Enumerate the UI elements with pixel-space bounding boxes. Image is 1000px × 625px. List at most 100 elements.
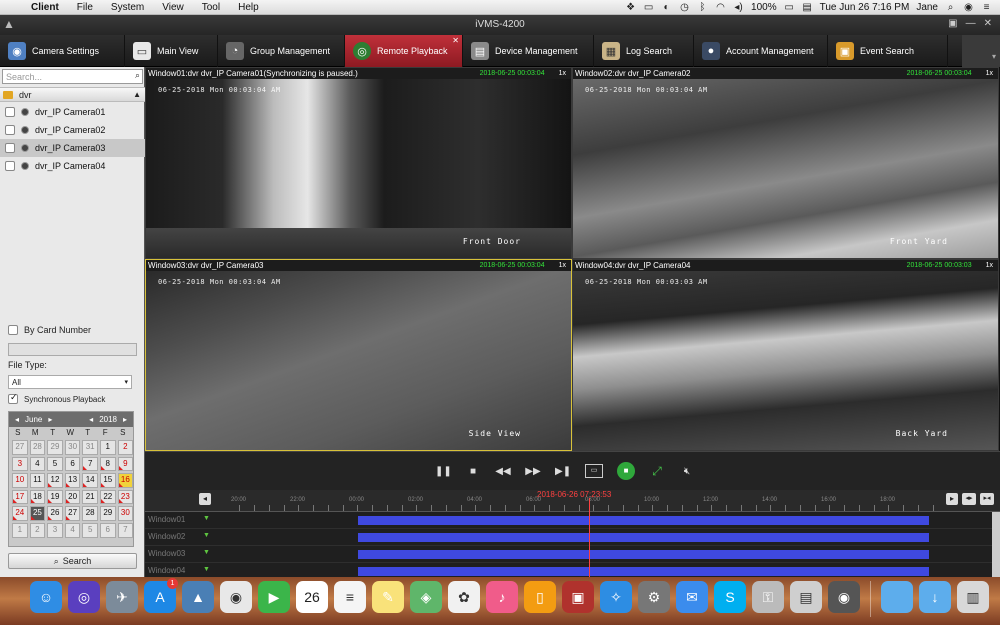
calendar-day[interactable]: 29 — [47, 440, 63, 455]
siri-icon[interactable]: ◎ — [68, 581, 100, 613]
sync-icon[interactable]: ◐ — [661, 2, 672, 13]
tab-event-search[interactable]: ▣ Event Search — [828, 35, 948, 67]
zoom-out-icon[interactable]: ▸◂ — [980, 493, 994, 505]
calendar-day[interactable]: 15 — [99, 473, 116, 488]
video-window-2[interactable]: Window02:dvr dvr_IP Camera02 2018-06-25 … — [572, 67, 999, 259]
calendar-day[interactable]: 4 — [64, 522, 81, 538]
itunes-icon[interactable]: ♪ — [486, 581, 518, 613]
camera-checkbox[interactable] — [5, 107, 15, 117]
video-window-4[interactable]: Window04:dvr dvr_IP Camera04 2018-06-25 … — [572, 259, 999, 451]
maps-icon[interactable]: ◈ — [410, 581, 442, 613]
calendar-day[interactable]: 16 — [117, 473, 134, 488]
file-type-select[interactable]: All ▾ — [8, 375, 132, 389]
timeline-forward-icon[interactable]: ▸ — [946, 493, 958, 505]
books-icon[interactable]: ▯ — [524, 581, 556, 613]
stop-all-icon[interactable]: ■ — [617, 462, 635, 480]
camera-checkbox[interactable] — [5, 125, 15, 135]
camera-checkbox[interactable] — [5, 161, 15, 171]
trash-icon[interactable]: ▥ — [957, 581, 989, 613]
device-group-header[interactable]: dvr ▲ — [0, 87, 145, 102]
calendar-day[interactable]: 7 — [117, 522, 134, 538]
calendar-day[interactable]: 31 — [82, 440, 98, 455]
datetime[interactable]: Tue Jun 26 7:16 PM — [820, 2, 910, 13]
calendar-day[interactable]: 4 — [29, 456, 46, 472]
calendar-day[interactable]: 29 — [99, 506, 116, 521]
mute-icon[interactable]: 🔇︎ — [679, 466, 695, 477]
calendar-day[interactable]: 30 — [64, 440, 81, 455]
by-card-checkbox[interactable] — [8, 325, 18, 335]
tab-group-management[interactable]: ◔ Group Management — [218, 35, 345, 67]
calendar-day[interactable]: 12 — [47, 473, 63, 488]
reminders-icon[interactable]: ≡ — [334, 581, 366, 613]
calendar-day[interactable]: 27 — [12, 440, 28, 455]
synchronous-playback-option[interactable]: Synchronous Playback — [8, 392, 105, 404]
calendar-day[interactable]: 8 — [99, 456, 116, 472]
camera-item[interactable]: dvr_IP Camera02 — [0, 121, 145, 139]
timeline-row[interactable]: Window03 ▼ — [145, 546, 1000, 563]
finder-icon[interactable]: ☺ — [30, 581, 62, 613]
calendar-day[interactable]: 20 — [64, 489, 81, 505]
photos-icon[interactable]: ✿ — [448, 581, 480, 613]
calendar-day[interactable]: 5 — [47, 456, 63, 472]
cast-icon[interactable]: ▭ — [643, 2, 654, 13]
calendar-day[interactable]: 6 — [64, 456, 81, 472]
calendar-day[interactable]: 11 — [29, 473, 46, 488]
speed-up-icon[interactable]: ▶▶ — [525, 466, 541, 477]
battery-level[interactable]: 100% — [751, 2, 777, 13]
calendar-day[interactable]: 2 — [117, 440, 134, 455]
next-month-icon[interactable]: ▸ — [48, 415, 52, 424]
card-number-input[interactable] — [8, 343, 137, 356]
menu-system[interactable]: System — [102, 2, 153, 13]
calendar-day[interactable]: 14 — [82, 473, 98, 488]
photo-booth-icon[interactable]: ▣ — [562, 581, 594, 613]
calendar-day[interactable]: 10 — [12, 473, 28, 488]
system-preferences-icon[interactable]: ⚙ — [638, 581, 670, 613]
folder-icon[interactable] — [881, 581, 913, 613]
keychain-icon[interactable]: ⚿ — [752, 581, 784, 613]
clock-icon[interactable]: ◷ — [679, 2, 690, 13]
ivms-icon[interactable]: ▤ — [790, 581, 822, 613]
row-dropdown-icon[interactable]: ▼ — [203, 532, 210, 539]
slow-down-icon[interactable]: ◀◀ — [495, 466, 511, 477]
image-capture-icon[interactable]: ◉ — [828, 581, 860, 613]
calendar-day[interactable]: 21 — [82, 489, 98, 505]
sync-checkbox[interactable] — [8, 392, 18, 404]
calendar-day[interactable]: 22 — [99, 489, 116, 505]
dropbox-icon[interactable]: ❖ — [625, 2, 636, 13]
calendar-day[interactable]: 26 — [47, 506, 63, 521]
tab-log-search[interactable]: ▦ Log Search — [594, 35, 694, 67]
calendar-day[interactable]: 9 — [117, 456, 134, 472]
camera-item[interactable]: dvr_IP Camera01 — [0, 103, 145, 121]
minimize-icon[interactable]: — — [966, 18, 976, 29]
prev-year-icon[interactable]: ◂ — [89, 415, 93, 424]
wifi-icon[interactable]: ◠ — [715, 2, 726, 13]
camera-item-selected[interactable]: dvr_IP Camera03 — [0, 139, 145, 157]
video-window-1[interactable]: Window01:dvr dvr_IP Camera01(Synchronizi… — [145, 67, 572, 259]
tab-account-management[interactable]: ● Account Management — [694, 35, 828, 67]
chrome-icon[interactable]: ◉ — [220, 581, 252, 613]
next-year-icon[interactable]: ▸ — [123, 415, 127, 424]
camera-item[interactable]: dvr_IP Camera04 — [0, 157, 145, 175]
flag-icon[interactable]: ▤ — [802, 2, 813, 13]
row-dropdown-icon[interactable]: ▼ — [203, 549, 210, 556]
lock-icon[interactable]: ▣ — [948, 18, 957, 29]
by-card-number-option[interactable]: By Card Number — [8, 325, 91, 335]
close-icon[interactable]: ✕ — [984, 18, 992, 29]
row-dropdown-icon[interactable]: ▼ — [203, 515, 210, 522]
fullscreen-icon[interactable]: ⤢ — [649, 464, 665, 479]
notification-center-icon[interactable]: ≡ — [981, 2, 992, 13]
timeline-back-icon[interactable]: ◂ — [199, 493, 211, 505]
calendar-day[interactable]: 7 — [82, 456, 98, 472]
pause-icon[interactable]: ❚❚ — [435, 466, 452, 477]
video-window-3[interactable]: Window03:dvr dvr_IP Camera03 2018-06-25 … — [145, 259, 572, 451]
search-button[interactable]: ⌕ Search — [8, 553, 137, 569]
calendar-day[interactable]: 5 — [82, 522, 98, 538]
row-dropdown-icon[interactable]: ▼ — [203, 566, 210, 573]
menu-tool[interactable]: Tool — [193, 2, 229, 13]
calendar-day[interactable]: 27 — [64, 506, 81, 521]
calendar-day[interactable]: 19 — [47, 489, 63, 505]
calendar-day[interactable]: 3 — [47, 522, 63, 538]
menu-help[interactable]: Help — [229, 2, 268, 13]
user-name[interactable]: Jane — [916, 2, 938, 13]
timeline-ruler[interactable]: ◂ 2018-06-26 07:23:53 20:00 22:00 00:00 02:… — [145, 490, 1000, 512]
